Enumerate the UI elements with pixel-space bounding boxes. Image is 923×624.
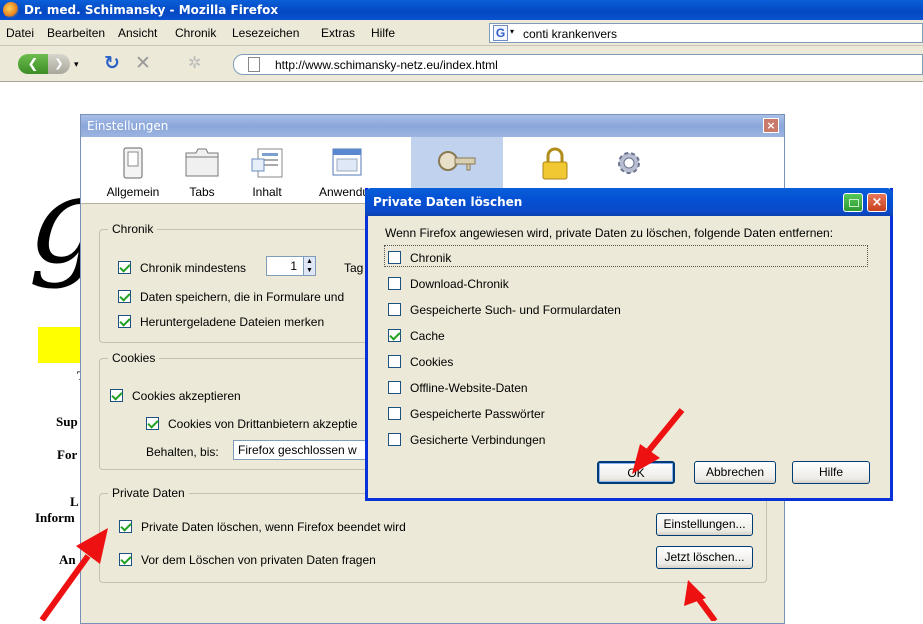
private-data-group: Private Daten Private Daten löschen, wen… bbox=[99, 486, 767, 583]
focus-ring bbox=[384, 245, 868, 267]
keep-until-label: Behalten, bis: bbox=[146, 445, 219, 459]
menu-lesezeichen[interactable]: Lesezeichen bbox=[232, 26, 299, 40]
keep-until-select[interactable]: Firefox geschlossen w bbox=[233, 440, 383, 460]
clear-downloads-label: Download-Chronik bbox=[410, 277, 509, 291]
ask-before-clear-checkbox[interactable] bbox=[119, 553, 132, 566]
forms-checkbox[interactable] bbox=[118, 290, 131, 303]
back-button[interactable]: ❮ bbox=[18, 54, 48, 74]
clear-dialog-titlebar: Private Daten löschen × bbox=[365, 188, 893, 216]
clear-cookies-checkbox[interactable] bbox=[388, 355, 401, 368]
applications-icon bbox=[332, 148, 362, 176]
ask-before-clear-label: Vor dem Löschen von privaten Daten frage… bbox=[141, 553, 376, 567]
history-dropdown-icon[interactable]: ▾ bbox=[74, 54, 84, 74]
clear-dialog-intro: Wenn Firefox angewiesen wird, private Da… bbox=[385, 226, 834, 240]
clear-chronik-checkbox[interactable] bbox=[388, 251, 401, 264]
clear-cookies-label: Cookies bbox=[410, 355, 454, 369]
cookies-legend: Cookies bbox=[108, 351, 160, 365]
chronik-keep-checkbox[interactable] bbox=[118, 261, 131, 274]
clear-offline-label: Offline-Website-Daten bbox=[410, 381, 528, 395]
clear-passwords-checkbox[interactable] bbox=[388, 407, 401, 420]
search-bar[interactable]: G ▾ conti krankenvers bbox=[489, 23, 923, 43]
third-party-checkbox[interactable] bbox=[146, 417, 159, 430]
arrow-to-clear-on-close-icon bbox=[39, 528, 108, 621]
page-link-fragment[interactable]: L bbox=[70, 494, 79, 510]
preferences-title: Einstellungen bbox=[87, 119, 169, 133]
gear-icon bbox=[618, 152, 640, 174]
forward-button[interactable]: ❯ bbox=[48, 54, 70, 74]
private-settings-button[interactable]: Einstellungen... bbox=[656, 513, 753, 536]
content-icon bbox=[251, 148, 283, 178]
page-link-fragment[interactable]: Sup bbox=[56, 414, 78, 430]
stepper-arrows-icon[interactable]: ▲ ▼ bbox=[303, 257, 315, 275]
stop-icon[interactable]: ✕ bbox=[135, 54, 155, 74]
menu-extras[interactable]: Extras bbox=[321, 26, 355, 40]
clear-cache-label: Cache bbox=[410, 329, 445, 343]
clear-chronik-label: Chronik bbox=[410, 251, 452, 265]
menu-bearbeiten[interactable]: Bearbeiten bbox=[47, 26, 105, 40]
restore-icon[interactable] bbox=[843, 193, 863, 212]
clear-forms-checkbox[interactable] bbox=[388, 303, 401, 316]
pane-label: Inhalt bbox=[252, 185, 282, 199]
chronik-days-unit: Tag bbox=[344, 261, 364, 275]
clear-forms-label: Gespeicherte Such- und Formulardaten bbox=[410, 303, 621, 317]
downloads-label: Heruntergeladene Dateien merken bbox=[140, 315, 325, 329]
pane-inhalt[interactable]: Inhalt bbox=[242, 137, 292, 203]
arrow-to-clear-now-icon bbox=[684, 580, 718, 621]
url-bar[interactable]: http://www.schimansky-netz.eu/index.html bbox=[233, 54, 923, 75]
menu-hilfe[interactable]: Hilfe bbox=[371, 26, 395, 40]
private-data-legend: Private Daten bbox=[108, 486, 189, 500]
clear-sessions-label: Gesicherte Verbindungen bbox=[410, 433, 546, 447]
menu-chronik[interactable]: Chronik bbox=[175, 26, 216, 40]
pane-label: Allgemein bbox=[106, 185, 160, 199]
clear-offline-checkbox[interactable] bbox=[388, 381, 401, 394]
firefox-window: Dr. med. Schimansky - Mozilla Firefox Da… bbox=[0, 0, 923, 624]
reload-icon[interactable]: ↻ bbox=[104, 54, 124, 74]
google-search-icon[interactable]: G bbox=[493, 25, 508, 41]
preferences-titlebar: Einstellungen × bbox=[81, 115, 784, 137]
clear-passwords-label: Gespeicherte Passwörter bbox=[410, 407, 545, 421]
clear-now-button[interactable]: Jetzt löschen... bbox=[656, 546, 753, 569]
downloads-checkbox[interactable] bbox=[118, 315, 131, 328]
search-input[interactable]: conti krankenvers bbox=[523, 27, 617, 41]
throbber-icon: ✲ bbox=[188, 55, 202, 72]
clear-downloads-checkbox[interactable] bbox=[388, 277, 401, 290]
cancel-button[interactable]: Abbrechen bbox=[694, 461, 776, 484]
preferences-close-button[interactable]: × bbox=[763, 118, 779, 133]
key-icon bbox=[438, 151, 476, 171]
lock-icon bbox=[542, 147, 568, 180]
url-input[interactable]: http://www.schimansky-netz.eu/index.html bbox=[275, 58, 498, 72]
page-link-fragment[interactable]: For bbox=[57, 447, 77, 463]
cookies-accept-checkbox[interactable] bbox=[110, 389, 123, 402]
browser-title: Dr. med. Schimansky - Mozilla Firefox bbox=[24, 3, 279, 17]
arrow-to-ok-icon bbox=[632, 408, 685, 474]
clear-sessions-checkbox[interactable] bbox=[388, 433, 401, 446]
pane-allgemein[interactable]: Allgemein bbox=[103, 137, 163, 203]
menu-datei[interactable]: Datei bbox=[6, 26, 34, 40]
menu-ansicht[interactable]: Ansicht bbox=[118, 26, 157, 40]
switch-icon bbox=[123, 147, 143, 179]
help-button[interactable]: Hilfe bbox=[792, 461, 870, 484]
clear-cache-checkbox[interactable] bbox=[388, 329, 401, 342]
search-engine-dropdown-icon[interactable]: ▾ bbox=[510, 27, 514, 36]
forms-label: Daten speichern, die in Formulare und bbox=[140, 290, 345, 304]
third-party-label: Cookies von Drittanbietern akzeptie bbox=[168, 417, 358, 431]
cookies-accept-label: Cookies akzeptieren bbox=[132, 389, 241, 403]
page-icon bbox=[248, 57, 260, 72]
cookies-group: Cookies Cookies akzeptieren Cookies von … bbox=[99, 351, 399, 470]
pane-tabs[interactable]: Tabs bbox=[177, 137, 227, 203]
tabs-icon bbox=[185, 148, 219, 177]
chronik-legend: Chronik bbox=[108, 222, 158, 236]
firefox-icon bbox=[3, 2, 19, 18]
clear-dialog-title: Private Daten löschen bbox=[373, 195, 523, 209]
clear-dialog-close-button[interactable]: × bbox=[867, 193, 887, 212]
chronik-group: Chronik Chronik mindestens 1 ▲ ▼ Tag Date… bbox=[99, 222, 399, 343]
clear-on-close-checkbox[interactable] bbox=[119, 520, 132, 533]
browser-titlebar: Dr. med. Schimansky - Mozilla Firefox bbox=[0, 0, 923, 20]
chronik-keep-label: Chronik mindestens bbox=[140, 261, 247, 275]
pane-label: Tabs bbox=[189, 185, 215, 199]
clear-on-close-label: Private Daten löschen, wenn Firefox been… bbox=[141, 520, 406, 534]
